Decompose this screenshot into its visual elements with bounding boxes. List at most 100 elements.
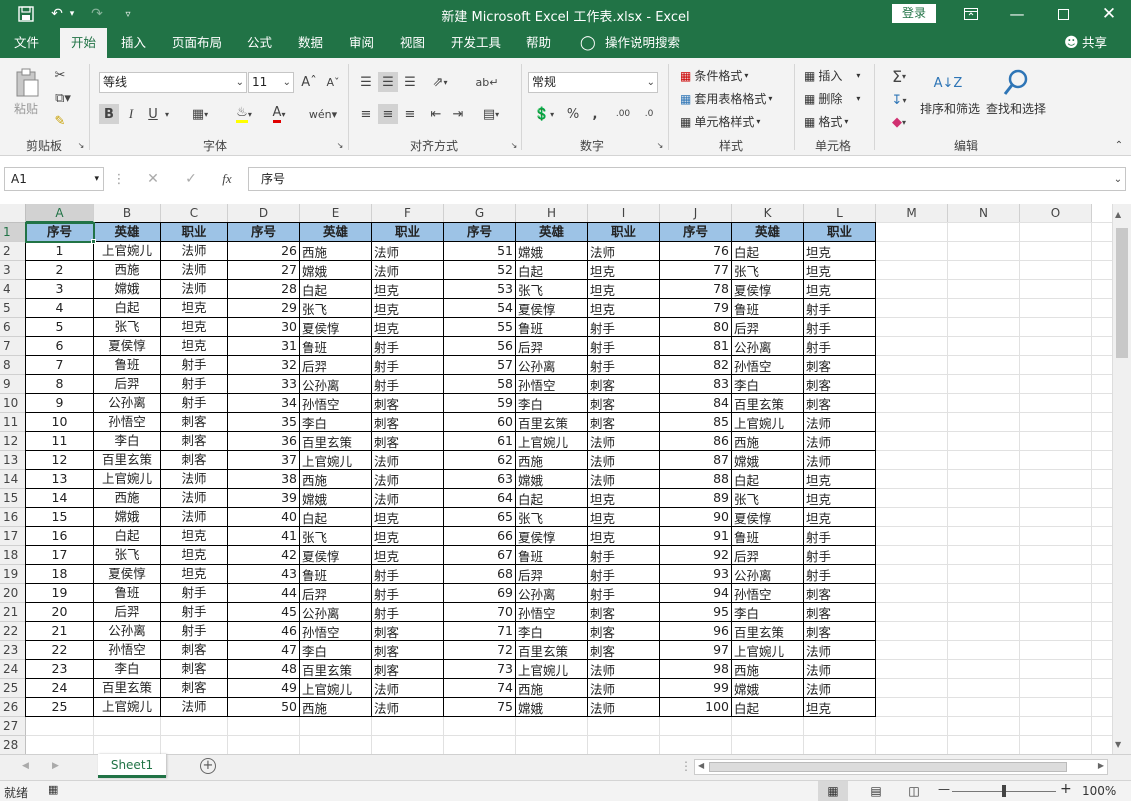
table-cell[interactable]: 刺客 <box>161 432 228 451</box>
table-cell[interactable]: 后羿 <box>732 318 804 337</box>
table-cell[interactable]: 46 <box>228 622 300 641</box>
table-cell[interactable]: 刺客 <box>161 660 228 679</box>
table-cell[interactable]: 36 <box>228 432 300 451</box>
table-cell[interactable]: 72 <box>444 641 516 660</box>
dialog-launcher-icon[interactable]: ↘ <box>509 140 519 150</box>
table-cell[interactable]: 鲁班 <box>94 584 161 603</box>
table-cell[interactable]: 法师 <box>588 432 660 451</box>
table-cell[interactable]: 夏侯惇 <box>732 280 804 299</box>
formula-input[interactable]: 序号 <box>248 167 1126 191</box>
tab-insert[interactable]: 插入 <box>121 28 146 58</box>
collapse-ribbon-icon[interactable]: ⌃ <box>1112 140 1126 151</box>
table-cell[interactable]: 19 <box>25 584 94 603</box>
table-cell[interactable]: 白起 <box>516 489 588 508</box>
table-cell[interactable]: 10 <box>25 413 94 432</box>
table-cell[interactable]: 法师 <box>804 432 876 451</box>
format-cells-button[interactable]: ▦ 格式 ▾ <box>804 113 848 130</box>
table-cell[interactable]: 49 <box>228 679 300 698</box>
border-icon[interactable]: ▦ ▾ <box>186 104 214 124</box>
table-cell[interactable]: 西施 <box>732 432 804 451</box>
table-cell[interactable]: 法师 <box>588 242 660 261</box>
table-cell[interactable]: 刺客 <box>588 622 660 641</box>
table-cell[interactable]: 刺客 <box>372 622 444 641</box>
decrease-decimal-icon[interactable]: .0 <box>638 104 660 124</box>
table-cell[interactable]: 白起 <box>516 261 588 280</box>
underline-dropdown-icon[interactable]: ▾ <box>161 104 173 124</box>
row-header[interactable]: 25 <box>0 679 26 698</box>
macro-record-icon[interactable]: ▦ <box>48 783 58 796</box>
column-header[interactable]: B <box>94 204 161 223</box>
table-cell[interactable]: 张飞 <box>94 318 161 337</box>
table-cell[interactable]: 96 <box>660 622 732 641</box>
more-options-icon[interactable]: ⋮ <box>113 170 126 188</box>
align-top-icon[interactable]: ☰ <box>356 72 376 92</box>
login-button[interactable]: 登录 <box>892 4 936 23</box>
column-header[interactable]: H <box>516 204 588 223</box>
table-header-cell[interactable]: 职业 <box>803 222 876 242</box>
increase-font-icon[interactable]: Aˆ <box>298 72 320 93</box>
row-header[interactable]: 4 <box>0 280 26 299</box>
sheet-tab-sheet1[interactable]: Sheet1 <box>98 754 166 778</box>
column-header[interactable]: E <box>300 204 372 223</box>
table-cell[interactable]: 9 <box>25 394 94 413</box>
align-center-icon[interactable]: ≡ <box>378 104 398 124</box>
table-cell[interactable]: 射手 <box>804 318 876 337</box>
table-cell[interactable]: 刺客 <box>161 413 228 432</box>
paste-label[interactable]: 粘贴 <box>14 100 38 117</box>
vertical-scrollbar[interactable]: ▲ ▼ <box>1112 204 1131 754</box>
table-cell[interactable]: 公孙离 <box>94 622 161 641</box>
column-header[interactable]: L <box>804 204 876 223</box>
table-cell[interactable]: 法师 <box>161 261 228 280</box>
tab-help[interactable]: 帮助 <box>526 28 551 58</box>
table-cell[interactable]: 43 <box>228 565 300 584</box>
table-cell[interactable]: 百里玄策 <box>516 413 588 432</box>
table-cell[interactable]: 法师 <box>372 489 444 508</box>
table-cell[interactable]: 54 <box>444 299 516 318</box>
table-cell[interactable]: 刺客 <box>804 375 876 394</box>
table-cell[interactable]: 21 <box>25 622 94 641</box>
row-header[interactable]: 24 <box>0 660 26 679</box>
tab-splitter-icon[interactable]: ⋮ <box>680 759 692 773</box>
table-cell[interactable]: 白起 <box>300 508 372 527</box>
table-cell[interactable]: 坦克 <box>161 546 228 565</box>
table-cell[interactable]: 刺客 <box>588 375 660 394</box>
table-cell[interactable]: 西施 <box>94 261 161 280</box>
table-cell[interactable]: 63 <box>444 470 516 489</box>
increase-decimal-icon[interactable]: .00 <box>612 104 634 124</box>
scrollbar-thumb[interactable] <box>1116 228 1128 358</box>
row-header[interactable]: 17 <box>0 527 26 546</box>
table-cell[interactable]: 夏侯惇 <box>732 508 804 527</box>
table-cell[interactable]: 刺客 <box>161 641 228 660</box>
table-cell[interactable]: 刺客 <box>588 603 660 622</box>
table-cell[interactable]: 公孙离 <box>300 603 372 622</box>
table-cell[interactable]: 坦克 <box>804 261 876 280</box>
table-cell[interactable]: 74 <box>444 679 516 698</box>
row-header[interactable]: 12 <box>0 432 26 451</box>
table-cell[interactable]: 鲁班 <box>94 356 161 375</box>
table-cell[interactable]: 上官婉儿 <box>94 698 161 717</box>
table-cell[interactable]: 34 <box>228 394 300 413</box>
table-cell[interactable]: 法师 <box>372 470 444 489</box>
table-cell[interactable]: 18 <box>25 565 94 584</box>
table-cell[interactable]: 鲁班 <box>516 318 588 337</box>
table-cell[interactable]: 95 <box>660 603 732 622</box>
table-cell[interactable]: 81 <box>660 337 732 356</box>
table-cell[interactable]: 孙悟空 <box>300 394 372 413</box>
table-cell[interactable]: 射手 <box>161 394 228 413</box>
table-cell[interactable]: 28 <box>228 280 300 299</box>
table-cell[interactable]: 坦克 <box>588 280 660 299</box>
table-cell[interactable]: 白起 <box>94 299 161 318</box>
confirm-entry-icon[interactable]: ✓ <box>180 170 202 188</box>
table-cell[interactable]: 98 <box>660 660 732 679</box>
table-cell[interactable]: 射手 <box>372 337 444 356</box>
table-cell[interactable]: 法师 <box>161 489 228 508</box>
table-cell[interactable]: 后羿 <box>94 375 161 394</box>
paste-icon[interactable] <box>12 66 42 100</box>
table-header-cell[interactable]: 序号 <box>227 222 300 242</box>
table-cell[interactable]: 西施 <box>300 470 372 489</box>
table-cell[interactable]: 射手 <box>588 565 660 584</box>
dialog-launcher-icon[interactable]: ↘ <box>655 140 665 150</box>
table-cell[interactable]: 射手 <box>161 375 228 394</box>
table-cell[interactable]: 33 <box>228 375 300 394</box>
table-cell[interactable]: 刺客 <box>588 413 660 432</box>
